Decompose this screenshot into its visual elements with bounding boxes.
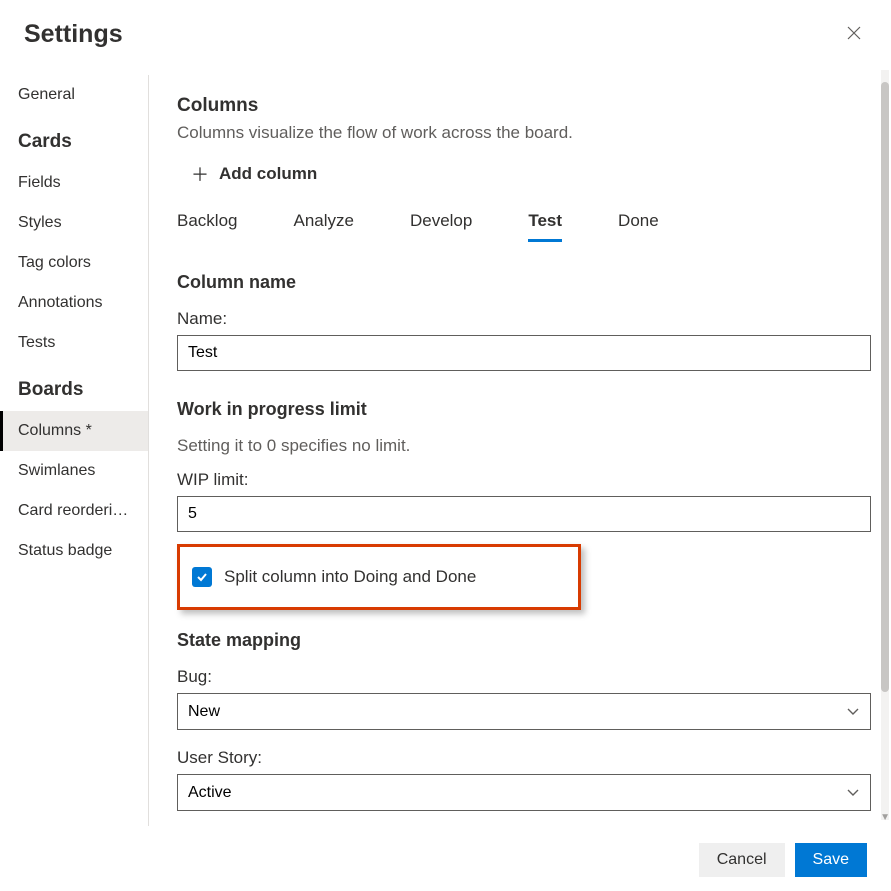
name-input[interactable] — [177, 335, 871, 371]
user-story-label: User Story: — [177, 748, 871, 768]
tab-backlog[interactable]: Backlog — [177, 211, 237, 242]
sidebar: General Cards Fields Styles Tag colors A… — [0, 75, 149, 826]
main-title: Columns — [177, 95, 871, 117]
sidebar-item-general[interactable]: General — [0, 75, 148, 115]
add-column-button[interactable]: ＋ Add column — [177, 161, 317, 187]
dialog-footer: Cancel Save — [699, 843, 867, 877]
sidebar-item-status-badge[interactable]: Status badge — [0, 531, 148, 571]
main-description: Columns visualize the flow of work acros… — [177, 123, 871, 143]
plus-icon: ＋ — [191, 161, 209, 187]
scrollbar[interactable] — [881, 70, 889, 820]
sidebar-item-tag-colors[interactable]: Tag colors — [0, 243, 148, 283]
sidebar-item-annotations[interactable]: Annotations — [0, 283, 148, 323]
scroll-arrow-down-icon[interactable]: ▼ — [880, 812, 890, 823]
wip-section: Work in progress limit Setting it to 0 s… — [177, 399, 871, 540]
sidebar-section-cards: Cards — [0, 121, 148, 163]
sidebar-item-styles[interactable]: Styles — [0, 203, 148, 243]
column-name-section: Column name Name: — [177, 272, 871, 395]
cancel-button[interactable]: Cancel — [699, 843, 785, 877]
wip-heading: Work in progress limit — [177, 399, 871, 420]
tab-develop[interactable]: Develop — [410, 211, 472, 242]
state-mapping-section: State mapping Bug: New User Story: Activ… — [177, 630, 871, 811]
save-button[interactable]: Save — [795, 843, 867, 877]
sidebar-item-swimlanes[interactable]: Swimlanes — [0, 451, 148, 491]
tab-test[interactable]: Test — [528, 211, 562, 242]
state-mapping-heading: State mapping — [177, 630, 871, 651]
sidebar-section-boards: Boards — [0, 369, 148, 411]
wip-input[interactable] — [177, 496, 871, 532]
name-label: Name: — [177, 309, 871, 329]
bug-label: Bug: — [177, 667, 871, 687]
wip-help: Setting it to 0 specifies no limit. — [177, 436, 871, 456]
sidebar-item-fields[interactable]: Fields — [0, 163, 148, 203]
bug-select[interactable]: New — [177, 693, 871, 730]
close-icon[interactable] — [841, 18, 867, 51]
page-title: Settings — [24, 20, 123, 49]
user-story-select-wrap: Active — [177, 774, 871, 811]
sidebar-item-card-reordering[interactable]: Card reorderi… — [0, 491, 148, 531]
add-column-label: Add column — [219, 164, 317, 184]
tab-analyze[interactable]: Analyze — [293, 211, 353, 242]
column-name-heading: Column name — [177, 272, 871, 293]
checkbox-checked-icon[interactable] — [192, 567, 212, 587]
column-tabs: Backlog Analyze Develop Test Done — [177, 211, 871, 242]
tab-done[interactable]: Done — [618, 211, 659, 242]
scrollbar-thumb[interactable] — [881, 82, 889, 692]
split-column-label: Split column into Doing and Done — [224, 567, 476, 587]
user-story-select[interactable]: Active — [177, 774, 871, 811]
main-panel: Columns Columns visualize the flow of wo… — [149, 75, 891, 826]
bug-select-wrap: New — [177, 693, 871, 730]
split-column-highlight: Split column into Doing and Done — [177, 544, 581, 610]
split-column-checkbox-row[interactable]: Split column into Doing and Done — [192, 563, 566, 591]
sidebar-item-columns[interactable]: Columns * — [0, 411, 148, 451]
wip-label: WIP limit: — [177, 470, 871, 490]
dialog-header: Settings — [0, 0, 891, 75]
sidebar-item-tests[interactable]: Tests — [0, 323, 148, 363]
dialog-body: General Cards Fields Styles Tag colors A… — [0, 75, 891, 826]
